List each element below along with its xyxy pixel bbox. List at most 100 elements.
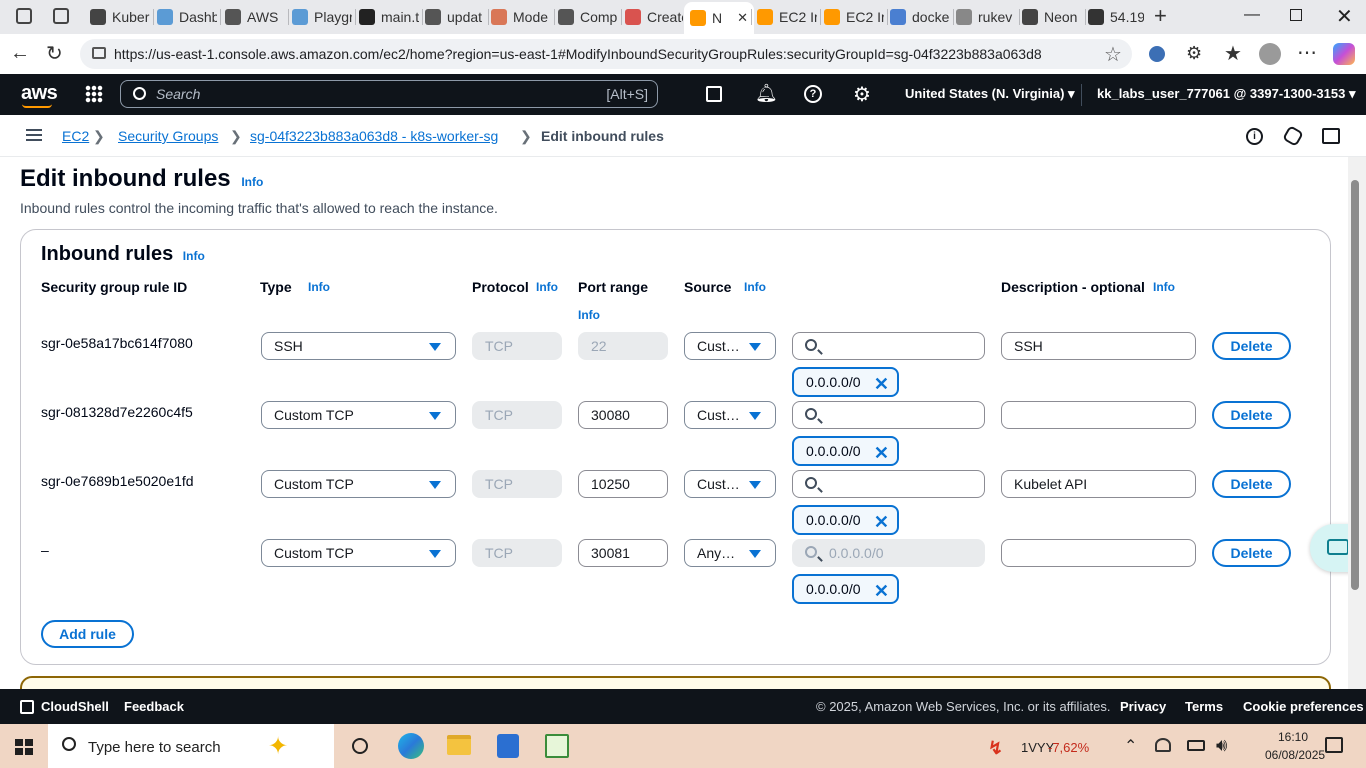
notepad-taskbar-icon[interactable] <box>545 734 569 758</box>
url-field[interactable]: https://us-east-1.console.aws.amazon.com… <box>80 39 1132 69</box>
delete-rule-button[interactable]: Delete <box>1212 539 1291 567</box>
browser-tab[interactable]: Comp <box>558 4 618 30</box>
reload-icon[interactable]: ↻ <box>46 41 63 66</box>
cloudshell-icon[interactable] <box>706 86 722 102</box>
source-select[interactable]: Any… <box>684 539 776 567</box>
description-input[interactable] <box>1001 401 1196 429</box>
region-selector[interactable]: United States (N. Virginia) ▾ <box>905 86 1075 102</box>
workspaces-icon[interactable] <box>16 8 32 24</box>
notifications-panel-icon[interactable] <box>1282 125 1304 147</box>
profile-avatar[interactable] <box>1259 43 1281 65</box>
cidr-search-input[interactable] <box>792 401 985 429</box>
source-select[interactable]: Cust… <box>684 470 776 498</box>
source-select[interactable]: Cust… <box>684 332 776 360</box>
notifications-center-icon[interactable] <box>1325 737 1343 753</box>
task-view-icon[interactable] <box>352 738 368 754</box>
file-explorer-taskbar-icon[interactable] <box>447 735 471 755</box>
battery-icon[interactable] <box>1187 740 1205 751</box>
info-circle-icon[interactable]: i <box>1246 128 1263 145</box>
description-input[interactable]: Kubelet API <box>1001 470 1196 498</box>
extension-shield-icon[interactable] <box>1149 46 1165 62</box>
close-tab-icon[interactable]: ✕ <box>737 10 748 26</box>
help-icon[interactable]: ? <box>804 85 822 103</box>
remove-token-icon[interactable]: ✕ <box>874 374 889 395</box>
browser-tab[interactable]: updat <box>425 4 485 30</box>
copilot-icon[interactable] <box>1333 43 1355 65</box>
browser-tab[interactable]: Dashb <box>157 4 217 30</box>
remove-token-icon[interactable]: ✕ <box>874 443 889 464</box>
footer-privacy-link[interactable]: Privacy <box>1120 699 1166 714</box>
delete-rule-button[interactable]: Delete <box>1212 332 1291 360</box>
delete-rule-button[interactable]: Delete <box>1212 470 1291 498</box>
extensions-icon[interactable]: ⚙ <box>1186 43 1202 64</box>
browser-tab[interactable]: AWS <box>225 4 285 30</box>
tab-actions-icon[interactable] <box>53 8 69 24</box>
close-window-icon[interactable]: ✕ <box>1336 4 1353 29</box>
remove-token-icon[interactable]: ✕ <box>874 512 889 533</box>
type-select[interactable]: Custom TCP <box>261 539 456 567</box>
browser-tab[interactable]: Playgr <box>292 4 352 30</box>
account-menu[interactable]: kk_labs_user_777061 @ 3397-1300-3153 ▾ <box>1097 86 1355 102</box>
restore-icon[interactable] <box>1290 9 1302 21</box>
browser-tab[interactable]: 54.19 <box>1088 4 1144 30</box>
services-menu-icon[interactable] <box>85 85 103 103</box>
remove-token-icon[interactable]: ✕ <box>874 581 889 602</box>
aws-logo[interactable]: aws <box>21 82 58 105</box>
description-input[interactable] <box>1001 539 1196 567</box>
panel-info-link[interactable]: Info <box>183 249 205 263</box>
site-info-icon[interactable] <box>92 47 106 59</box>
browser-tab[interactable]: rukev <box>956 4 1016 30</box>
footer-terms-link[interactable]: Terms <box>1185 699 1223 714</box>
clock-time[interactable]: 16:10 <box>1278 730 1308 744</box>
add-rule-button[interactable]: Add rule <box>41 620 134 648</box>
type-select[interactable]: Custom TCP <box>261 401 456 429</box>
browser-tab[interactable]: main.t <box>359 4 419 30</box>
app-taskbar-icon[interactable] <box>497 734 519 758</box>
browser-tab[interactable]: EC2 Ir <box>757 4 817 30</box>
scrollbar-thumb[interactable] <box>1351 180 1359 590</box>
port-range-info-link[interactable]: Info <box>578 308 600 322</box>
browser-tab[interactable]: N ✕ <box>684 2 754 34</box>
delete-rule-button[interactable]: Delete <box>1212 401 1291 429</box>
volume-icon[interactable]: 🔊︎ <box>1216 735 1227 756</box>
notifications-bell-icon[interactable]: 🔔︎ <box>755 83 778 104</box>
new-tab-icon[interactable]: + <box>1154 3 1167 29</box>
split-panel-icon[interactable] <box>1322 128 1340 144</box>
browser-tab[interactable]: docke <box>890 4 950 30</box>
source-select[interactable]: Cust… <box>684 401 776 429</box>
type-select[interactable]: SSH <box>261 332 456 360</box>
favorites-icon[interactable]: ★ <box>1224 41 1242 66</box>
browser-tab[interactable]: Mode <box>491 4 551 30</box>
footer-cookie-link[interactable]: Cookie preferences <box>1243 699 1364 714</box>
cidr-search-input[interactable] <box>792 470 985 498</box>
breadcrumb-security-groups[interactable]: Security Groups <box>118 128 218 144</box>
browser-tab[interactable]: EC2 Ir <box>824 4 884 30</box>
port-range-input[interactable]: 30081 <box>578 539 668 567</box>
protocol-info-link[interactable]: Info <box>536 280 558 294</box>
search-input[interactable]: Search [Alt+S] <box>120 80 658 108</box>
description-input[interactable]: SSH <box>1001 332 1196 360</box>
settings-gear-icon[interactable]: ⚙ <box>853 82 871 107</box>
favorite-star-icon[interactable]: ☆ <box>1104 42 1122 67</box>
windows-start-icon[interactable] <box>15 739 33 755</box>
cidr-search-input[interactable] <box>792 332 985 360</box>
source-info-link[interactable]: Info <box>744 280 766 294</box>
type-select[interactable]: Custom TCP <box>261 470 456 498</box>
edge-taskbar-icon[interactable] <box>398 733 424 759</box>
port-range-input[interactable]: 10250 <box>578 470 668 498</box>
breadcrumb-security-group[interactable]: sg-04f3223b883a063d8 - k8s-worker-sg <box>250 128 498 144</box>
description-info-link[interactable]: Info <box>1153 280 1175 294</box>
type-info-link[interactable]: Info <box>308 280 330 294</box>
browser-tab[interactable]: Create <box>625 4 683 30</box>
more-menu-icon[interactable]: ⋯ <box>1297 40 1317 65</box>
browser-tab[interactable]: Kuber <box>90 4 150 30</box>
port-range-input[interactable]: 30080 <box>578 401 668 429</box>
footer-feedback-link[interactable]: Feedback <box>124 699 184 714</box>
clock-date[interactable]: 06/08/2025 <box>1265 748 1325 762</box>
stock-widget-icon[interactable]: ↯ <box>988 738 1003 759</box>
footer-cloudshell-link[interactable]: CloudShell <box>41 699 109 714</box>
network-icon[interactable] <box>1155 738 1171 752</box>
back-icon[interactable]: ← <box>10 42 30 65</box>
breadcrumb-ec2[interactable]: EC2 <box>62 128 89 144</box>
show-hidden-icons-chevron-icon[interactable]: ⌃ <box>1124 736 1137 756</box>
